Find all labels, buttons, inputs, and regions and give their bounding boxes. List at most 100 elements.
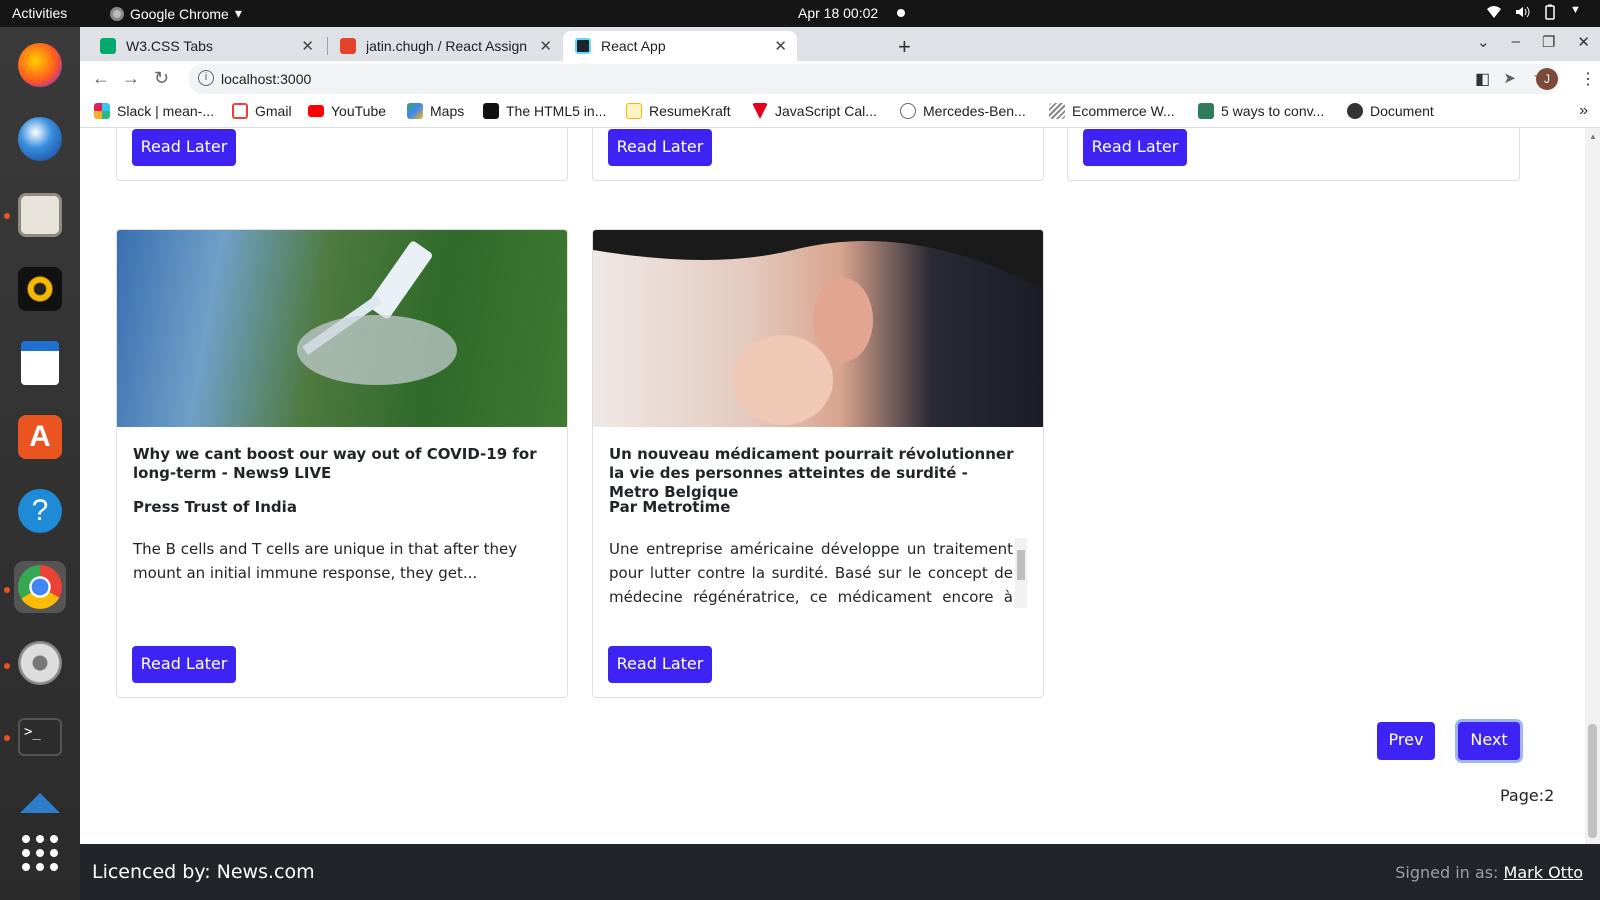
card-description: The B cells and T cells are unique in th… — [133, 540, 518, 582]
bookmark-javascript-cal[interactable]: JavaScript Cal... — [752, 103, 877, 119]
youtube-icon — [308, 105, 324, 117]
scroll-up-icon[interactable]: ▲ — [1589, 132, 1597, 141]
menu-kebab-icon[interactable]: ⋮ — [1580, 69, 1596, 89]
app-menu[interactable]: Google Chrome ▾ — [110, 5, 242, 22]
site-info-icon[interactable]: i — [198, 70, 214, 86]
read-later-button[interactable]: Read Later — [132, 646, 236, 683]
bookmark-resumekraft[interactable]: ResumeKraft — [626, 103, 731, 119]
resumekraft-icon — [626, 103, 642, 119]
news-card: Why we cant boost our way out of COVID-1… — [116, 229, 568, 698]
bookmark-slack[interactable]: Slack | mean-... — [94, 103, 214, 119]
tab-label: jatin.chugh / React Assign — [366, 38, 528, 54]
clock[interactable]: Apr 18 00:02 — [798, 5, 878, 21]
terminal-icon[interactable]: >_ — [14, 711, 66, 763]
bookmark-label: 5 ways to conv... — [1221, 103, 1325, 119]
battery-icon — [1542, 4, 1558, 20]
w3schools-favicon-icon — [100, 38, 116, 54]
running-indicator — [4, 735, 10, 741]
help-icon[interactable]: ? — [14, 485, 66, 537]
rhythmbox-icon[interactable] — [14, 263, 66, 315]
card-title: Un nouveau médicament pourrait révolutio… — [609, 445, 1014, 501]
vaccine-syringe-image — [117, 230, 567, 427]
bookmark-gmail[interactable]: Gmail — [232, 103, 292, 119]
read-later-button[interactable]: Read Later — [608, 646, 712, 683]
news-card-partial: Read Later — [1067, 128, 1520, 181]
maps-icon — [407, 103, 423, 119]
bookmark-html5[interactable]: The HTML5 in... — [483, 103, 606, 119]
chrome-icon[interactable] — [14, 561, 66, 613]
back-icon[interactable]: ← — [92, 68, 110, 89]
slack-icon — [94, 103, 110, 119]
more-bookmarks-icon[interactable]: » — [1579, 102, 1588, 120]
description-scrollbar[interactable] — [1015, 538, 1027, 608]
react-favicon-icon — [575, 38, 591, 54]
news-card-partial: Read Later — [116, 128, 568, 181]
globe-icon — [1347, 103, 1363, 119]
forward-icon[interactable]: → — [122, 68, 140, 89]
tab-w3css[interactable]: W3.CSS Tabs ✕ — [88, 31, 324, 61]
close-window-icon[interactable]: ✕ — [1577, 33, 1590, 51]
signed-in-prefix: Signed in as: — [1395, 863, 1504, 882]
mercedes-icon — [900, 103, 916, 119]
browser-toolbar: ← → ↻ i localhost:3000 ➤ ☆ ◧ J ⋮ — [80, 61, 1600, 97]
url-text: localhost:3000 — [221, 71, 312, 87]
tab-react-app[interactable]: React App ✕ — [563, 31, 797, 61]
bookmark-document[interactable]: Document — [1347, 103, 1434, 119]
running-indicator — [4, 213, 10, 219]
bookmark-5-ways[interactable]: 5 ways to conv... — [1198, 103, 1324, 119]
article-icon — [1198, 103, 1214, 119]
scrollbar-thumb[interactable] — [1588, 724, 1597, 838]
read-later-button[interactable]: Read Later — [608, 129, 712, 166]
system-tray[interactable]: ▼ — [1486, 4, 1586, 20]
tab-gitlab[interactable]: jatin.chugh / React Assign ✕ — [328, 31, 562, 61]
bookmark-label: JavaScript Cal... — [775, 103, 877, 119]
user-link[interactable]: Mark Otto — [1504, 863, 1583, 882]
gmail-icon — [232, 103, 248, 119]
next-button[interactable]: Next — [1458, 722, 1520, 760]
show-apps-icon[interactable] — [14, 827, 66, 879]
card-description-scrollable[interactable]: Une entreprise américaine développe un t… — [609, 537, 1029, 609]
tab-search-icon[interactable]: ⌄ — [1477, 33, 1490, 51]
minimize-icon[interactable]: – — [1512, 33, 1520, 51]
bookmark-youtube[interactable]: YouTube — [308, 103, 386, 119]
wifi-icon — [1486, 4, 1502, 20]
software-icon[interactable]: A — [14, 411, 66, 463]
chevron-down-icon: ▼ — [1570, 4, 1581, 16]
tab-strip: W3.CSS Tabs ✕ jatin.chugh / React Assign… — [80, 27, 1600, 61]
read-later-button[interactable]: Read Later — [132, 129, 236, 166]
bookmark-label: YouTube — [331, 103, 387, 119]
caret-down-icon: ▾ — [234, 5, 242, 21]
prev-button[interactable]: Prev — [1377, 722, 1435, 760]
vscode-icon[interactable] — [14, 777, 66, 829]
javascript-cal-icon — [752, 103, 768, 119]
bookmark-ecommerce[interactable]: Ecommerce W... — [1049, 103, 1175, 119]
activities-button[interactable]: Activities — [12, 5, 67, 21]
address-bar[interactable]: i localhost:3000 ➤ ☆ — [188, 64, 1560, 94]
side-panel-icon[interactable]: ◧ — [1475, 69, 1490, 89]
bookmark-label: ResumeKraft — [649, 103, 731, 119]
reload-icon[interactable]: ↻ — [154, 68, 169, 89]
restore-icon[interactable]: ❐ — [1542, 33, 1555, 51]
settings-icon[interactable] — [14, 637, 66, 689]
writer-icon[interactable] — [14, 337, 66, 389]
files-icon[interactable] — [14, 189, 66, 241]
firefox-icon[interactable] — [14, 39, 66, 91]
send-tab-icon[interactable]: ➤ — [1503, 69, 1516, 87]
close-icon[interactable]: ✕ — [301, 37, 314, 55]
signed-in-text: Signed in as: Mark Otto — [1395, 863, 1583, 882]
close-icon[interactable]: ✕ — [774, 37, 787, 55]
close-icon[interactable]: ✕ — [539, 37, 552, 55]
scrollbar-thumb[interactable] — [1017, 550, 1025, 580]
licence-text: Licenced by: News.com — [92, 861, 315, 883]
new-tab-button[interactable]: + — [898, 34, 911, 60]
bookmark-mercedes[interactable]: Mercedes-Ben... — [900, 103, 1026, 119]
read-later-button[interactable]: Read Later — [1083, 129, 1187, 166]
chrome-small-icon — [110, 6, 124, 21]
bookmark-maps[interactable]: Maps — [407, 103, 464, 119]
running-indicator — [4, 663, 10, 669]
thunderbird-icon[interactable] — [14, 113, 66, 165]
page-scrollbar[interactable]: ▲ — [1585, 128, 1600, 844]
notification-dot-icon — [897, 9, 905, 17]
profile-avatar[interactable]: J — [1536, 68, 1558, 90]
volume-icon — [1514, 4, 1530, 20]
